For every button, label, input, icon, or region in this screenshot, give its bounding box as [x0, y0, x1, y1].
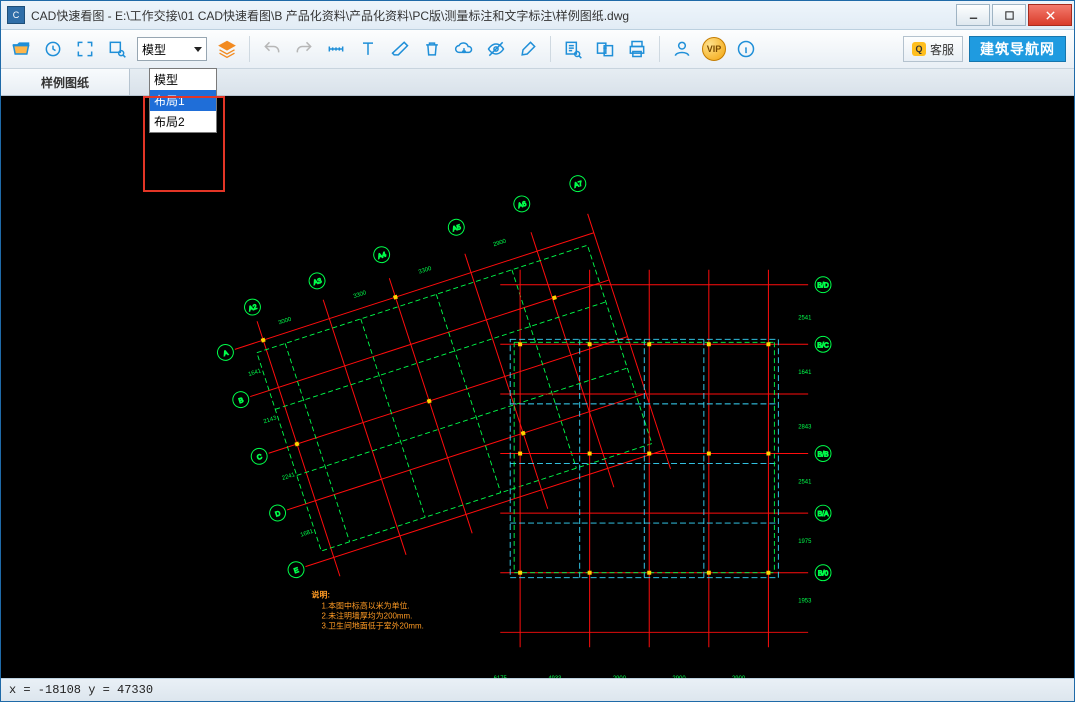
svg-text:1641: 1641 [248, 368, 263, 378]
svg-text:1975: 1975 [798, 539, 812, 545]
svg-text:B: B [238, 397, 245, 405]
qq-icon: Q [912, 42, 926, 56]
user-icon[interactable] [670, 37, 694, 61]
close-button[interactable] [1028, 4, 1072, 26]
svg-text:2241: 2241 [281, 472, 296, 482]
brush-icon[interactable] [516, 37, 540, 61]
eye-off-icon[interactable] [484, 37, 508, 61]
minimize-button[interactable] [956, 4, 990, 26]
svg-text:A2: A2 [248, 304, 258, 313]
window-controls [956, 4, 1072, 26]
svg-text:C: C [256, 454, 263, 462]
svg-text:2900: 2900 [672, 676, 686, 678]
toolbar: 模型 [1, 30, 1074, 69]
svg-text:1.本图中标高以米为单位.: 1.本图中标高以米为单位. [321, 600, 409, 610]
eraser-icon[interactable] [388, 37, 412, 61]
svg-text:A3: A3 [312, 278, 322, 287]
trash-icon[interactable] [420, 37, 444, 61]
svg-text:2900: 2900 [613, 676, 627, 678]
zoom-window-icon[interactable] [105, 37, 129, 61]
application-window: C CAD快速看图 - E:\工作交接\01 CAD快速看图\B 产品化资料\产… [0, 0, 1075, 702]
tab-label: 样例图纸 [41, 74, 89, 91]
open-icon[interactable] [9, 37, 33, 61]
separator [249, 36, 250, 62]
svg-text:B/C: B/C [817, 342, 829, 349]
svg-text:A: A [223, 350, 230, 358]
svg-text:3.卫生间地面低于室外20mm.: 3.卫生间地面低于室外20mm. [321, 620, 423, 630]
nav-link-label: 建筑导航网 [980, 39, 1055, 59]
customer-service-button[interactable]: Q 客服 [903, 36, 963, 62]
separator [550, 36, 551, 62]
svg-text:B/A: B/A [817, 511, 829, 518]
view-select-dropdown: 模型 布局1 布局2 [149, 68, 217, 133]
svg-text:A7: A7 [573, 180, 583, 189]
view-option-model[interactable]: 模型 [150, 69, 216, 90]
view-select-value: 模型 [142, 41, 166, 58]
history-icon[interactable] [41, 37, 65, 61]
status-bar: x = -18108 y = 47330 [1, 678, 1074, 701]
fullscreen-icon[interactable] [73, 37, 97, 61]
view-option-layout2[interactable]: 布局2 [150, 111, 216, 132]
svg-text:说明:: 说明: [312, 590, 331, 600]
maximize-button[interactable] [992, 4, 1026, 26]
svg-text:3000: 3000 [278, 316, 293, 326]
svg-text:1953: 1953 [798, 599, 812, 605]
info-icon[interactable] [734, 37, 758, 61]
drawing-canvas[interactable]: A2 A3 A4 A5 A6 A7 A B C D E 3000 3300 3300… [1, 96, 1074, 678]
convert-icon[interactable] [593, 37, 617, 61]
svg-text:D: D [275, 510, 282, 518]
view-select[interactable]: 模型 [137, 37, 207, 61]
svg-text:4933: 4933 [548, 676, 562, 678]
cursor-coordinates: x = -18108 y = 47330 [9, 683, 153, 697]
svg-text:2541: 2541 [798, 479, 812, 485]
customer-service-label: 客服 [930, 41, 954, 58]
titlebar: C CAD快速看图 - E:\工作交接\01 CAD快速看图\B 产品化资料\产… [1, 1, 1074, 30]
svg-text:A4: A4 [377, 251, 387, 260]
window-title: CAD快速看图 - E:\工作交接\01 CAD快速看图\B 产品化资料\产品化… [31, 7, 950, 24]
toolbar-right-group: Q 客服 建筑导航网 [903, 36, 1066, 62]
svg-text:3300: 3300 [418, 266, 433, 276]
nav-link-button[interactable]: 建筑导航网 [969, 36, 1066, 62]
separator [659, 36, 660, 62]
svg-text:B/D: B/D [817, 283, 829, 290]
print-icon[interactable] [625, 37, 649, 61]
cad-drawing: A2 A3 A4 A5 A6 A7 A B C D E 3000 3300 3300… [1, 96, 1074, 678]
redo-icon[interactable] [292, 37, 316, 61]
svg-text:E: E [293, 567, 300, 575]
svg-text:B/B: B/B [817, 452, 829, 459]
tab-active[interactable]: 样例图纸 [1, 69, 130, 95]
vip-badge[interactable]: VIP [702, 37, 726, 61]
app-icon: C [7, 6, 25, 24]
svg-text:2900: 2900 [732, 676, 746, 678]
svg-text:A5: A5 [452, 224, 462, 233]
cloud-download-icon[interactable] [452, 37, 476, 61]
svg-text:2143: 2143 [263, 415, 278, 425]
find-text-icon[interactable] [561, 37, 585, 61]
svg-text:6175: 6175 [494, 676, 508, 678]
svg-text:1681: 1681 [300, 529, 315, 539]
svg-text:2843: 2843 [798, 425, 812, 431]
svg-text:B/0: B/0 [818, 571, 829, 578]
svg-text:2541: 2541 [798, 315, 812, 321]
measure-icon[interactable] [324, 37, 348, 61]
text-icon[interactable] [356, 37, 380, 61]
notes-block: 说明: 1.本图中标高以米为单位. 2.未注明墙厚均为200mm. 3.卫生间地… [312, 590, 424, 631]
svg-text:2900: 2900 [493, 238, 508, 248]
chevron-down-icon [194, 47, 202, 52]
svg-text:2.未注明墙厚均为200mm.: 2.未注明墙厚均为200mm. [321, 610, 412, 620]
svg-text:A6: A6 [517, 201, 527, 210]
svg-text:1641: 1641 [798, 370, 812, 376]
view-option-layout1[interactable]: 布局1 [150, 90, 216, 111]
svg-text:3300: 3300 [353, 290, 368, 300]
undo-icon[interactable] [260, 37, 284, 61]
layers-icon[interactable] [215, 37, 239, 61]
